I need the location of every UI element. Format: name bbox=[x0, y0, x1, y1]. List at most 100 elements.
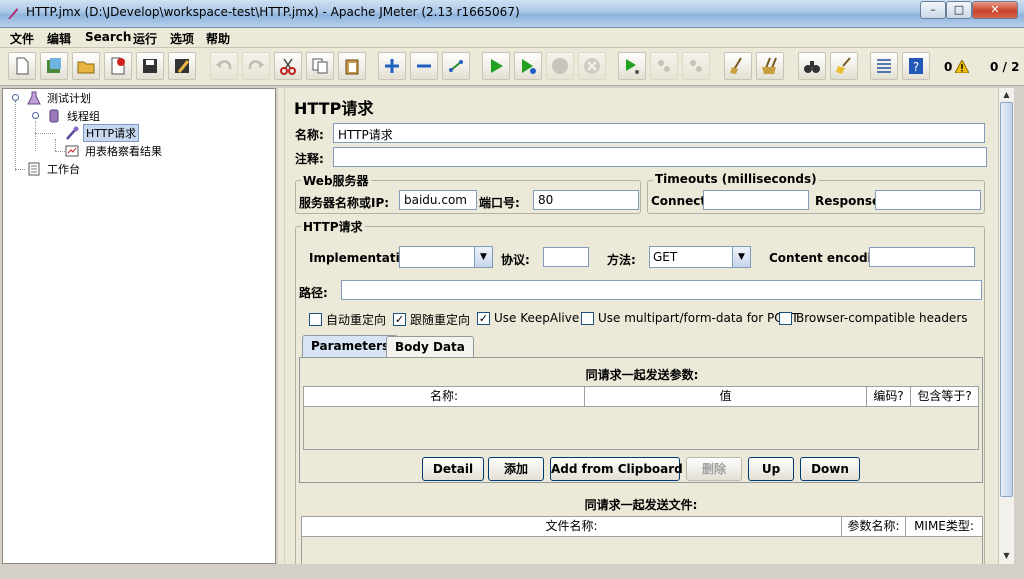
method-select[interactable]: GET ▼ bbox=[649, 246, 751, 268]
scrollbar-thumb[interactable] bbox=[1000, 102, 1013, 497]
remote-start-button[interactable] bbox=[618, 52, 646, 80]
vertical-scrollbar[interactable]: ▲ ▼ bbox=[998, 88, 1014, 564]
function-helper-button[interactable] bbox=[870, 52, 898, 80]
name-label: 名称: bbox=[295, 128, 324, 142]
column-header-encode[interactable]: 编码? bbox=[867, 387, 911, 407]
tree-node-thread-group[interactable]: 线程组 bbox=[47, 108, 102, 124]
server-label: 服务器名称或IP: bbox=[299, 196, 390, 210]
down-button[interactable]: Down bbox=[800, 457, 860, 481]
clear-button[interactable] bbox=[724, 52, 752, 80]
params-caption: 同请求一起发送参数: bbox=[585, 368, 699, 382]
paste-button[interactable] bbox=[338, 52, 366, 80]
stop-icon bbox=[552, 58, 568, 74]
search-button[interactable] bbox=[798, 52, 826, 80]
tab-parameters[interactable]: Parameters bbox=[302, 335, 399, 359]
files-table[interactable]: 文件名称: 参数名称: MIME类型: bbox=[301, 516, 983, 564]
tree-toggle-thread-group[interactable] bbox=[32, 112, 39, 119]
close-button[interactable]: ✕ bbox=[972, 1, 1018, 19]
save-as-icon bbox=[175, 59, 190, 73]
column-header-mime-type[interactable]: MIME类型: bbox=[906, 517, 982, 537]
delete-button[interactable]: 删除 bbox=[686, 457, 742, 481]
name-input[interactable]: HTTP请求 bbox=[333, 123, 985, 143]
tree-toggle-test-plan[interactable] bbox=[12, 94, 19, 101]
add-button[interactable]: 添加 bbox=[488, 457, 544, 481]
expand-button[interactable] bbox=[378, 52, 406, 80]
toolbar: ? 0 0 / 2 bbox=[0, 48, 1024, 86]
column-header-value[interactable]: 值 bbox=[585, 387, 867, 407]
templates-button[interactable] bbox=[40, 52, 68, 80]
http-request-group-title: HTTP请求 bbox=[301, 218, 365, 235]
save-as-button[interactable] bbox=[168, 52, 196, 80]
column-header-name[interactable]: 名称: bbox=[304, 387, 585, 407]
redo-button[interactable] bbox=[242, 52, 270, 80]
connect-timeout-input[interactable] bbox=[703, 190, 809, 210]
reset-search-button[interactable] bbox=[830, 52, 858, 80]
copy-button[interactable] bbox=[306, 52, 334, 80]
tab-body-data[interactable]: Body Data bbox=[386, 336, 474, 358]
help-button[interactable]: ? bbox=[902, 52, 930, 80]
start-button[interactable] bbox=[482, 52, 510, 80]
paste-icon bbox=[345, 59, 359, 75]
tree-node-http-request[interactable]: HTTP请求 bbox=[65, 124, 140, 142]
method-label: 方法: bbox=[607, 253, 636, 267]
column-header-file-name[interactable]: 文件名称: bbox=[302, 517, 842, 537]
new-button[interactable] bbox=[8, 52, 36, 80]
remote-stop-button[interactable] bbox=[650, 52, 678, 80]
tree-node-result-table[interactable]: 用表格察看结果 bbox=[65, 143, 164, 159]
close-file-button[interactable] bbox=[104, 52, 132, 80]
menu-search[interactable]: Search bbox=[85, 30, 131, 44]
path-input[interactable] bbox=[341, 280, 982, 300]
add-from-clipboard-button[interactable]: Add from Clipboard bbox=[550, 457, 683, 481]
protocol-label: 协议: bbox=[501, 253, 530, 267]
auto-redirect-checkbox[interactable]: 自动重定向 bbox=[309, 311, 386, 328]
collapse-button[interactable] bbox=[410, 52, 438, 80]
server-input[interactable]: baidu.com bbox=[399, 190, 477, 210]
start-no-pause-button[interactable] bbox=[514, 52, 542, 80]
split-pane-divider[interactable] bbox=[278, 88, 284, 564]
tree-node-workbench[interactable]: 工作台 bbox=[27, 161, 82, 177]
cut-button[interactable] bbox=[274, 52, 302, 80]
start-no-pause-icon bbox=[522, 59, 536, 74]
warning-icon bbox=[955, 60, 969, 73]
column-header-include-equals[interactable]: 包含等于? bbox=[911, 387, 978, 407]
keepalive-checkbox[interactable]: ✓ Use KeepAlive bbox=[477, 311, 579, 325]
menu-edit[interactable]: 编辑 bbox=[47, 30, 71, 47]
comment-input[interactable] bbox=[333, 147, 987, 167]
detail-button[interactable]: Detail bbox=[422, 457, 484, 481]
multipart-checkbox[interactable]: Use multipart/form-data for POST bbox=[581, 311, 799, 325]
protocol-input[interactable] bbox=[543, 247, 589, 267]
menu-bar: 文件 编辑 Search 运行 选项 帮助 bbox=[0, 28, 1024, 48]
browser-headers-checkbox[interactable]: Browser-compatible headers bbox=[779, 311, 968, 325]
column-header-param-name[interactable]: 参数名称: bbox=[842, 517, 906, 537]
menu-file[interactable]: 文件 bbox=[10, 30, 34, 47]
save-button[interactable] bbox=[136, 52, 164, 80]
implementation-select[interactable]: ▼ bbox=[399, 246, 493, 268]
follow-redirects-checkbox[interactable]: ✓ 跟随重定向 bbox=[393, 311, 470, 328]
menu-run[interactable]: 运行 bbox=[133, 30, 157, 47]
tree-node-test-plan[interactable]: 测试计划 bbox=[27, 90, 93, 106]
timeouts-title: Timeouts (milliseconds) bbox=[653, 172, 819, 186]
copy-icon bbox=[312, 58, 328, 74]
toggle-button[interactable] bbox=[442, 52, 470, 80]
stop-button[interactable] bbox=[546, 52, 574, 80]
open-button[interactable] bbox=[72, 52, 100, 80]
maximize-button[interactable]: □ bbox=[946, 1, 972, 19]
parameters-table[interactable]: 名称: 值 编码? 包含等于? bbox=[303, 386, 979, 450]
comment-label: 注释: bbox=[295, 152, 324, 166]
remote-shutdown-button[interactable] bbox=[682, 52, 710, 80]
response-timeout-input[interactable] bbox=[875, 190, 981, 210]
clear-all-button[interactable] bbox=[756, 52, 784, 80]
menu-help[interactable]: 帮助 bbox=[206, 30, 230, 47]
window-title: HTTP.jmx (D:\JDevelop\workspace-test\HTT… bbox=[26, 5, 520, 19]
help-icon: ? bbox=[909, 58, 923, 74]
up-button[interactable]: Up bbox=[748, 457, 794, 481]
files-caption: 同请求一起发送文件: bbox=[584, 498, 698, 512]
content-encoding-input[interactable] bbox=[869, 247, 975, 267]
minimize-button[interactable]: – bbox=[920, 1, 946, 19]
undo-button[interactable] bbox=[210, 52, 238, 80]
scroll-down-icon[interactable]: ▼ bbox=[1000, 550, 1013, 562]
menu-options[interactable]: 选项 bbox=[170, 30, 194, 47]
shutdown-button[interactable] bbox=[578, 52, 606, 80]
port-input[interactable]: 80 bbox=[533, 190, 639, 210]
scroll-up-icon[interactable]: ▲ bbox=[1000, 89, 1013, 101]
